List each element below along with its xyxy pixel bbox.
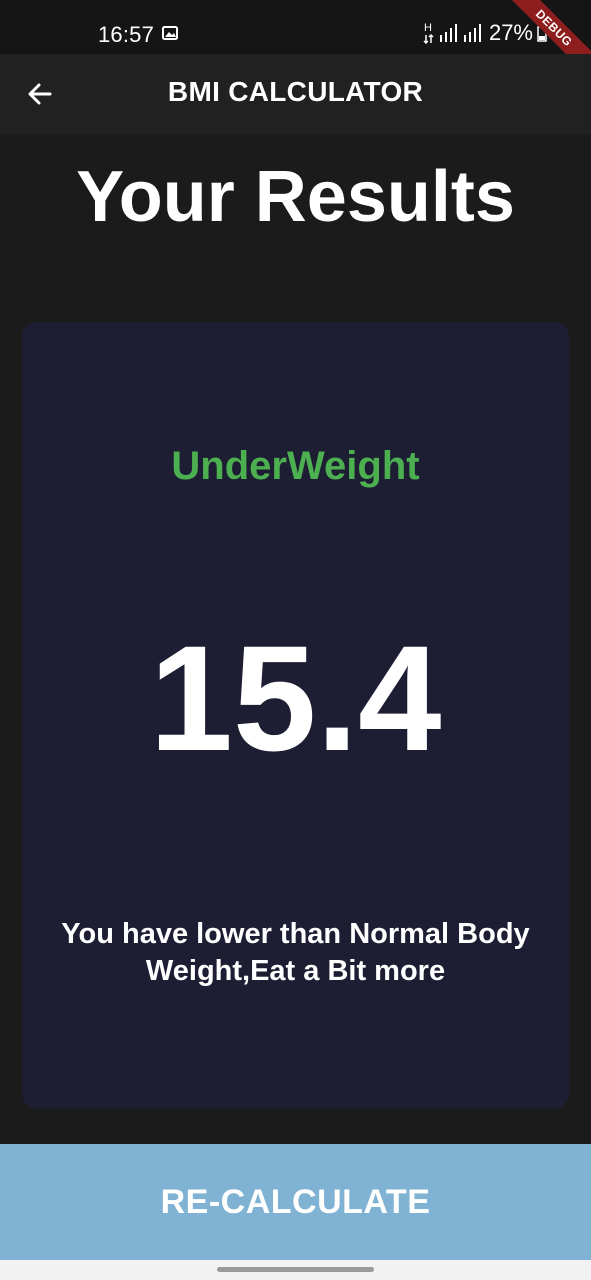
signal-icon bbox=[463, 23, 483, 43]
hplus-icon: H bbox=[423, 21, 435, 45]
battery-percentage: 27% bbox=[488, 20, 533, 45]
bmi-value: 15.4 bbox=[149, 614, 442, 782]
bmi-advice: You have lower than Normal Body Weight,E… bbox=[61, 918, 530, 987]
status-indicators: H 27% bbox=[423, 20, 547, 46]
bmi-category: UnderWeight bbox=[171, 444, 420, 488]
status-time: 16:57 bbox=[98, 22, 155, 47]
page-title: Your Results bbox=[76, 157, 515, 237]
recalculate-button[interactable]: RE-CALCULATE bbox=[0, 1144, 591, 1260]
bmi-results-screen: 16:57 H 27% DEBUG BMI CALCULATOR Your Re… bbox=[0, 0, 591, 1280]
signal-icon bbox=[439, 23, 459, 43]
app-title: BMI CALCULATOR bbox=[167, 76, 424, 107]
gesture-navigation-bar bbox=[0, 1260, 591, 1280]
gesture-handle[interactable] bbox=[217, 1267, 374, 1272]
result-card: UnderWeight 15.4 You have lower than Nor… bbox=[22, 322, 569, 1108]
recalculate-label: RE-CALCULATE bbox=[160, 1182, 431, 1221]
app-bar: BMI CALCULATOR bbox=[0, 54, 591, 134]
svg-text:H: H bbox=[424, 22, 432, 34]
image-icon bbox=[162, 26, 178, 40]
status-bar: 16:57 H 27% DEBUG bbox=[0, 0, 591, 89]
